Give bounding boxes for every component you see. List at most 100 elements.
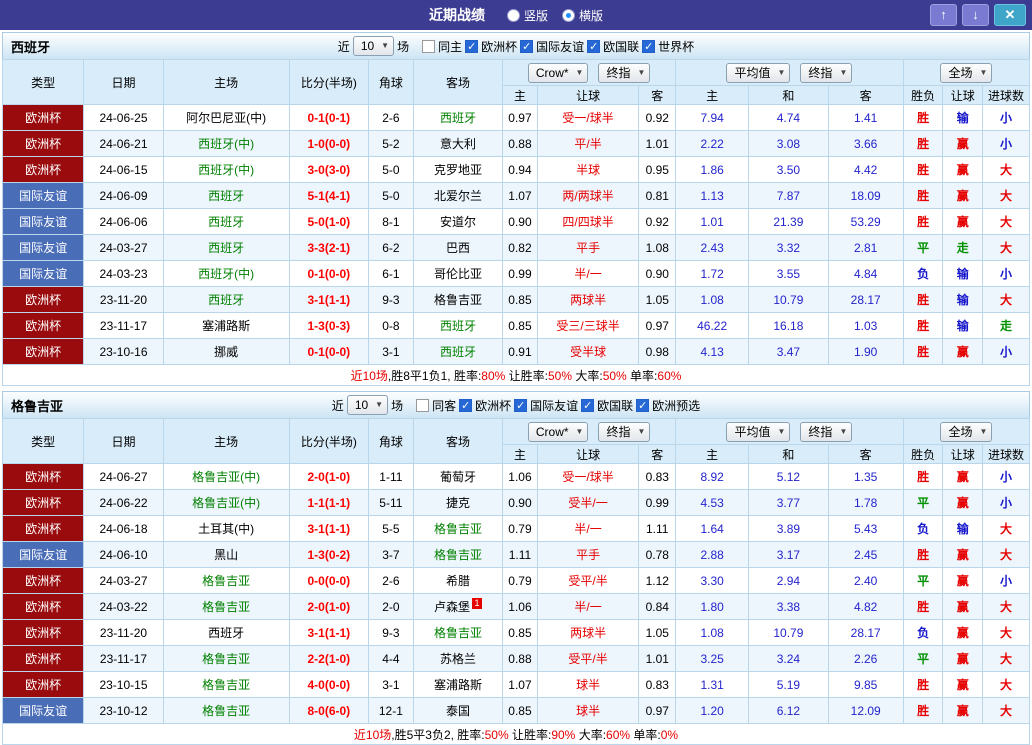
down-arrow-icon: ↓ xyxy=(972,7,979,22)
home-odds: 0.85 xyxy=(503,620,538,646)
comp-label-euroqual[interactable]: 欧洲预选 xyxy=(652,397,700,414)
recent-count-select[interactable]: 10▼ xyxy=(347,395,388,415)
same-venue-checkbox[interactable] xyxy=(416,399,429,412)
radio-horizontal[interactable]: 横版 xyxy=(562,7,603,24)
goals-result-cell: 大 xyxy=(983,209,1030,235)
radio-horizontal-label[interactable]: 横版 xyxy=(579,7,603,24)
average-select[interactable]: 平均值▼ xyxy=(726,63,790,83)
corners-cell: 6-2 xyxy=(369,235,414,261)
team-section-spain: 西班牙 近 10▼ 场 同主 欧洲杯 国际友谊 欧国联 世界杯 xyxy=(2,32,1030,386)
radio-vertical[interactable]: 竖版 xyxy=(507,7,548,24)
avg-away-odds: 4.84 xyxy=(828,261,903,287)
away-team: 葡萄牙 xyxy=(413,464,502,490)
section-header: 西班牙 近 10▼ 场 同主 欧洲杯 国际友谊 欧国联 世界杯 xyxy=(2,32,1030,59)
away-odds: 0.81 xyxy=(639,183,676,209)
type-cell: 国际友谊 xyxy=(3,698,84,724)
scope-select[interactable]: 全场▼ xyxy=(940,63,992,83)
away-odds: 0.98 xyxy=(639,339,676,365)
scroll-down-button[interactable]: ↓ xyxy=(962,4,989,26)
away-team: 克罗地亚 xyxy=(413,157,502,183)
away-odds: 0.90 xyxy=(639,261,676,287)
comp-checkbox-worldcup[interactable] xyxy=(642,40,655,53)
comp-checkbox-friendly[interactable] xyxy=(514,399,527,412)
comp-checkbox-euroqual[interactable] xyxy=(636,399,649,412)
away-odds: 0.95 xyxy=(639,157,676,183)
result-cell: 平 xyxy=(903,646,943,672)
home-odds: 0.85 xyxy=(503,287,538,313)
comp-checkbox-nations[interactable] xyxy=(587,40,600,53)
away-team: 西班牙 xyxy=(413,105,502,131)
comp-label-worldcup[interactable]: 世界杯 xyxy=(658,38,694,55)
matches-body: 欧洲杯24-06-25阿尔巴尼亚(中)0-1(0-1)2-6西班牙0.97受一/… xyxy=(3,105,1030,365)
comp-label-nations[interactable]: 欧国联 xyxy=(603,38,639,55)
comp-label-friendly[interactable]: 国际友谊 xyxy=(530,397,578,414)
avg-away-odds: 1.90 xyxy=(828,339,903,365)
home-team: 西班牙(中) xyxy=(163,131,289,157)
same-venue-checkbox[interactable] xyxy=(422,40,435,53)
avg-stage-value: 终指 xyxy=(808,66,832,80)
comp-label-friendly[interactable]: 国际友谊 xyxy=(536,38,584,55)
avg-away-odds: 2.81 xyxy=(828,235,903,261)
match-row: 欧洲杯24-03-22格鲁吉亚2-0(1-0)2-0卢森堡11.06半/一0.8… xyxy=(3,594,1030,620)
home-team: 西班牙 xyxy=(163,287,289,313)
scroll-up-button[interactable]: ↑ xyxy=(930,4,957,26)
type-cell: 欧洲杯 xyxy=(3,620,84,646)
radio-vertical-circle[interactable] xyxy=(507,9,520,22)
away-team: 安道尔 xyxy=(413,209,502,235)
handicap-cell: 平手 xyxy=(537,235,639,261)
bookmaker-select[interactable]: Crow*▼ xyxy=(528,63,589,83)
result-cell: 负 xyxy=(903,516,943,542)
same-venue-label[interactable]: 同客 xyxy=(432,397,456,414)
comp-label-euro[interactable]: 欧洲杯 xyxy=(475,397,511,414)
corners-cell: 9-3 xyxy=(369,620,414,646)
recent-count-select[interactable]: 10▼ xyxy=(353,36,394,56)
score-cell: 1-3(0-2) xyxy=(289,542,368,568)
away-odds: 0.84 xyxy=(639,594,676,620)
home-odds: 1.07 xyxy=(503,183,538,209)
odds-group-header: Crow*▼ 终指▼ xyxy=(503,60,676,86)
home-odds: 0.91 xyxy=(503,339,538,365)
goals-result-cell: 大 xyxy=(983,620,1030,646)
away-odds: 0.92 xyxy=(639,105,676,131)
handicap-cell: 受半球 xyxy=(537,339,639,365)
avg-draw-odds: 5.19 xyxy=(749,672,828,698)
avg-away-odds: 2.45 xyxy=(828,542,903,568)
avg-stage-select[interactable]: 终指▼ xyxy=(800,63,852,83)
comp-checkbox-friendly[interactable] xyxy=(520,40,533,53)
avg-draw-odds: 21.39 xyxy=(749,209,828,235)
odds-stage-select[interactable]: 终指▼ xyxy=(598,422,650,442)
type-cell: 欧洲杯 xyxy=(3,516,84,542)
score-cell: 1-0(0-0) xyxy=(289,131,368,157)
comp-checkbox-nations[interactable] xyxy=(581,399,594,412)
matches-body: 欧洲杯24-06-27格鲁吉亚(中)2-0(1-0)1-11葡萄牙1.06受一/… xyxy=(3,464,1030,724)
radio-horizontal-circle[interactable] xyxy=(562,9,575,22)
avg-home-odds: 1.08 xyxy=(676,287,749,313)
table-head: 类型 日期 主场 比分(半场) 角球 客场 Crow*▼ 终指▼ xyxy=(3,419,1030,464)
scope-select[interactable]: 全场▼ xyxy=(940,422,992,442)
comp-label-nations[interactable]: 欧国联 xyxy=(597,397,633,414)
away-team: 意大利 xyxy=(413,131,502,157)
matches-table-georgia: 类型 日期 主场 比分(半场) 角球 客场 Crow*▼ 终指▼ xyxy=(2,418,1030,745)
close-button[interactable]: ✕ xyxy=(994,4,1026,26)
away-team: 北爱尔兰 xyxy=(413,183,502,209)
summary-segment: 让胜率: xyxy=(505,369,548,383)
same-venue-label[interactable]: 同主 xyxy=(438,38,462,55)
col-goals: 进球数 xyxy=(983,445,1030,464)
home-team: 格鲁吉亚 xyxy=(163,594,289,620)
avg-stage-select[interactable]: 终指▼ xyxy=(800,422,852,442)
goals-result-cell: 小 xyxy=(983,105,1030,131)
radio-vertical-label[interactable]: 竖版 xyxy=(524,7,548,24)
comp-label-euro[interactable]: 欧洲杯 xyxy=(481,38,517,55)
handicap-result-cell: 赢 xyxy=(943,620,983,646)
comp-checkbox-euro[interactable] xyxy=(465,40,478,53)
result-cell: 胜 xyxy=(903,313,943,339)
result-cell: 负 xyxy=(903,620,943,646)
comp-checkbox-euro[interactable] xyxy=(459,399,472,412)
away-odds: 1.05 xyxy=(639,287,676,313)
average-select[interactable]: 平均值▼ xyxy=(726,422,790,442)
home-team: 西班牙 xyxy=(163,183,289,209)
summary-segment: 80% xyxy=(481,369,505,383)
type-cell: 欧洲杯 xyxy=(3,646,84,672)
bookmaker-select[interactable]: Crow*▼ xyxy=(528,422,589,442)
odds-stage-select[interactable]: 终指▼ xyxy=(598,63,650,83)
